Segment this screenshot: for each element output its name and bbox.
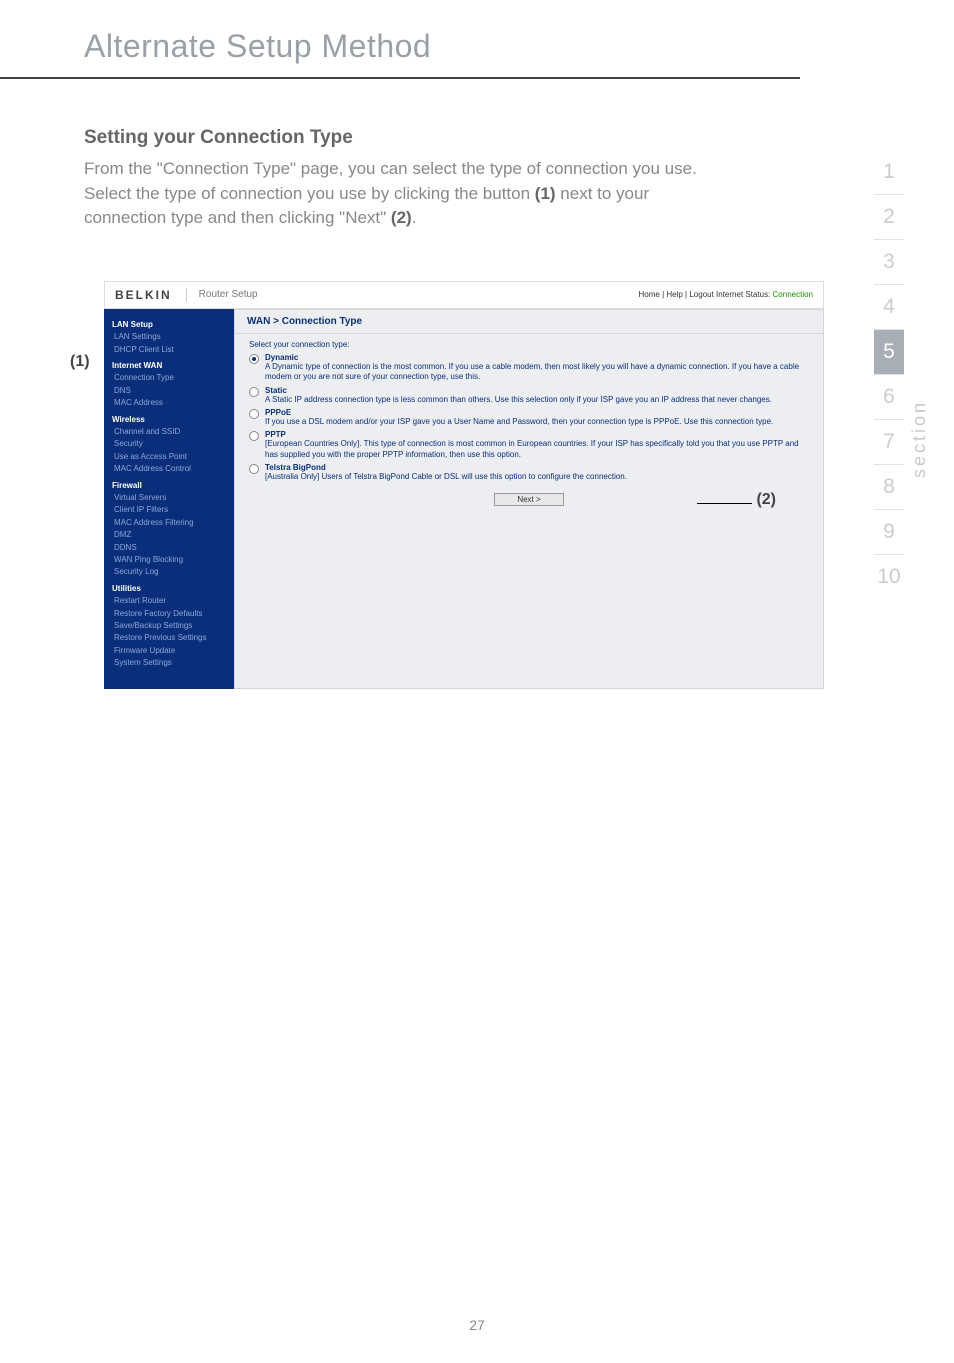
sidebar-item[interactable]: MAC Address bbox=[112, 397, 226, 409]
section-nav-9[interactable]: 9 bbox=[874, 510, 904, 555]
router-logo: BELKIN bbox=[115, 288, 187, 302]
annotation-1: (1) bbox=[70, 353, 90, 371]
annotation-2: (2) bbox=[756, 491, 776, 509]
router-screenshot: (1) (2) BELKIN Router Setup Home | Help … bbox=[104, 281, 824, 690]
intro-paragraph: From the "Connection Type" page, you can… bbox=[84, 157, 733, 231]
sidebar-header: Utilities bbox=[112, 583, 226, 595]
sidebar-item[interactable]: MAC Address Filtering bbox=[112, 517, 226, 529]
ref-2: (2) bbox=[391, 208, 412, 227]
sidebar-item[interactable]: Use as Access Point bbox=[112, 451, 226, 463]
sidebar-item[interactable]: Save/Backup Settings bbox=[112, 620, 226, 632]
sidebar-item[interactable]: WAN Ping Blocking bbox=[112, 554, 226, 566]
option-desc: If you use a DSL modem and/or your ISP g… bbox=[265, 417, 809, 427]
router-options: Select your connection type: DynamicA Dy… bbox=[235, 334, 823, 522]
sidebar-header: Firewall bbox=[112, 480, 226, 492]
router-status-links[interactable]: Home | Help | Logout Internet Status: Co… bbox=[639, 290, 814, 299]
radio-pptp[interactable] bbox=[249, 431, 259, 441]
sidebar-item[interactable]: DDNS bbox=[112, 542, 226, 554]
sidebar-item[interactable]: DNS bbox=[112, 385, 226, 397]
radio-static[interactable] bbox=[249, 387, 259, 397]
next-button[interactable]: Next > bbox=[494, 493, 564, 506]
section-nav-5[interactable]: 5 bbox=[874, 330, 904, 375]
option-content: Telstra BigPond[Australia Only] Users of… bbox=[265, 463, 809, 482]
option-name: PPPoE bbox=[265, 408, 809, 417]
sidebar-item[interactable]: DMZ bbox=[112, 529, 226, 541]
connection-option: Telstra BigPond[Australia Only] Users of… bbox=[249, 463, 809, 482]
option-content: PPTP[European Countries Only]. This type… bbox=[265, 430, 809, 460]
sidebar-item[interactable]: DHCP Client List bbox=[112, 344, 226, 356]
section-heading: Setting your Connection Type bbox=[84, 127, 733, 149]
option-content: StaticA Static IP address connection typ… bbox=[265, 386, 809, 405]
status-connection: Connection bbox=[773, 290, 813, 299]
option-name: PPTP bbox=[265, 430, 809, 439]
annotation-2-line bbox=[697, 503, 752, 504]
connection-option: DynamicA Dynamic type of connection is t… bbox=[249, 353, 809, 383]
sidebar-item[interactable]: LAN Settings bbox=[112, 331, 226, 343]
page-title: Alternate Setup Method bbox=[0, 0, 800, 79]
router-main: WAN > Connection Type Select your connec… bbox=[234, 309, 824, 690]
section-nav-6[interactable]: 6 bbox=[874, 375, 904, 420]
option-desc: A Dynamic type of connection is the most… bbox=[265, 362, 809, 383]
section-nav-4[interactable]: 4 bbox=[874, 285, 904, 330]
main-content: Setting your Connection Type From the "C… bbox=[0, 79, 785, 689]
section-nav-10[interactable]: 10 bbox=[874, 555, 904, 599]
option-desc: [Australia Only] Users of Telstra BigPon… bbox=[265, 472, 809, 482]
option-desc: A Static IP address connection type is l… bbox=[265, 395, 809, 405]
section-nav-3[interactable]: 3 bbox=[874, 240, 904, 285]
sidebar-item[interactable]: Channel and SSID bbox=[112, 426, 226, 438]
sidebar-item[interactable]: Connection Type bbox=[112, 372, 226, 384]
sidebar-header: LAN Setup bbox=[112, 319, 226, 331]
section-nav-7[interactable]: 7 bbox=[874, 420, 904, 465]
sidebar-item[interactable]: Client IP Filters bbox=[112, 504, 226, 516]
option-name: Telstra BigPond bbox=[265, 463, 809, 472]
sidebar-item[interactable]: Restore Previous Settings bbox=[112, 632, 226, 644]
radio-dynamic[interactable] bbox=[249, 354, 259, 364]
router-main-title: WAN > Connection Type bbox=[235, 310, 823, 334]
connection-option: PPPoEIf you use a DSL modem and/or your … bbox=[249, 408, 809, 427]
option-content: DynamicA Dynamic type of connection is t… bbox=[265, 353, 809, 383]
sidebar-item[interactable]: System Settings bbox=[112, 657, 226, 669]
section-nav-8[interactable]: 8 bbox=[874, 465, 904, 510]
sidebar-item[interactable]: Restart Router bbox=[112, 595, 226, 607]
sidebar-item[interactable]: Security bbox=[112, 438, 226, 450]
section-label: section bbox=[909, 400, 930, 478]
section-nav-1[interactable]: 1 bbox=[874, 150, 904, 195]
router-setup-label: Router Setup bbox=[187, 289, 639, 300]
para-text-end: . bbox=[412, 208, 417, 227]
connection-option: PPTP[European Countries Only]. This type… bbox=[249, 430, 809, 460]
connection-option: StaticA Static IP address connection typ… bbox=[249, 386, 809, 405]
sidebar-item[interactable]: Restore Factory Defaults bbox=[112, 608, 226, 620]
sidebar-header: Wireless bbox=[112, 414, 226, 426]
ref-1: (1) bbox=[535, 184, 556, 203]
router-sidebar: LAN SetupLAN SettingsDHCP Client List Int… bbox=[104, 309, 234, 690]
sidebar-item[interactable]: Virtual Servers bbox=[112, 492, 226, 504]
router-body: LAN SetupLAN SettingsDHCP Client List Int… bbox=[104, 309, 824, 690]
router-header: BELKIN Router Setup Home | Help | Logout… bbox=[104, 281, 824, 309]
option-name: Static bbox=[265, 386, 809, 395]
sidebar-item[interactable]: MAC Address Control bbox=[112, 463, 226, 475]
status-links-text: Home | Help | Logout Internet Status: bbox=[639, 290, 773, 299]
sidebar-header: Internet WAN bbox=[112, 360, 226, 372]
sidebar-item[interactable]: Security Log bbox=[112, 566, 226, 578]
section-nav: 12345678910 bbox=[874, 150, 904, 599]
page-number: 27 bbox=[0, 1317, 954, 1333]
radio-telstra-bigpond[interactable] bbox=[249, 464, 259, 474]
connection-prompt: Select your connection type: bbox=[249, 340, 809, 349]
option-name: Dynamic bbox=[265, 353, 809, 362]
sidebar-item[interactable]: Firmware Update bbox=[112, 645, 226, 657]
radio-pppoe[interactable] bbox=[249, 409, 259, 419]
option-desc: [European Countries Only]. This type of … bbox=[265, 439, 809, 460]
option-content: PPPoEIf you use a DSL modem and/or your … bbox=[265, 408, 809, 427]
section-nav-2[interactable]: 2 bbox=[874, 195, 904, 240]
